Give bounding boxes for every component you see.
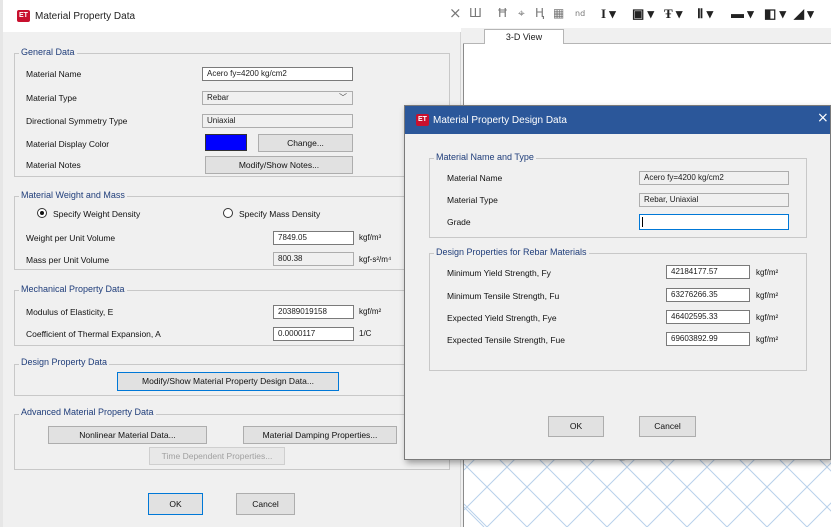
- weight-mass-title: Material Weight and Mass: [19, 190, 127, 200]
- material-type-label: Material Type: [26, 93, 77, 103]
- expected-tensile-strength-input[interactable]: 69603892.99: [666, 332, 750, 346]
- material-type-value: Rebar: [207, 93, 229, 102]
- time-dependent-button[interactable]: Time Dependent Properties...: [149, 447, 285, 465]
- modify-notes-button[interactable]: Modify/Show Notes...: [205, 156, 353, 174]
- symmetry-type-field: Uniaxial: [202, 114, 353, 128]
- min-yield-strength-input[interactable]: 42184177.57: [666, 265, 750, 279]
- rebar-design-title: Design Properties for Rebar Materials: [434, 247, 589, 257]
- weight-per-volume-label: Weight per Unit Volume: [26, 233, 116, 243]
- design-cancel-button[interactable]: Cancel: [639, 416, 696, 437]
- modify-design-data-button[interactable]: Modify/Show Material Property Design Dat…: [117, 372, 339, 391]
- toolbar-icon-3[interactable]: ⌖: [518, 6, 525, 24]
- mass-density-radio[interactable]: [223, 208, 233, 218]
- weight-unit: kgf/m³: [359, 233, 382, 242]
- nonlinear-data-button[interactable]: Nonlinear Material Data...: [48, 426, 207, 444]
- design-property-title: Design Property Data: [19, 357, 110, 367]
- text-cursor: [642, 217, 643, 227]
- weight-density-label[interactable]: Specify Weight Density: [53, 209, 140, 219]
- dialog-title-bar[interactable]: ET Material Property Data: [3, 0, 461, 32]
- weight-per-volume-input[interactable]: 7849.05: [273, 231, 354, 245]
- thermal-expansion-label: Coefficient of Thermal Expansion, A: [26, 329, 161, 339]
- change-color-button[interactable]: Change...: [258, 134, 353, 152]
- rebar-row-unit: kgf/m²: [756, 291, 779, 300]
- design-material-name-label: Material Name: [447, 173, 503, 183]
- toolbar-dropdown-7[interactable]: ◢ ▾: [794, 6, 814, 24]
- symmetry-type-label: Directional Symmetry Type: [26, 116, 128, 126]
- rebar-row-unit: kgf/m²: [756, 335, 779, 344]
- min-tensile-strength-input[interactable]: 63276266.35: [666, 288, 750, 302]
- material-notes-label: Material Notes: [26, 160, 81, 170]
- etabs-app-icon: ET: [416, 114, 429, 126]
- damping-properties-button[interactable]: Material Damping Properties...: [243, 426, 397, 444]
- tab-3d-view[interactable]: 3-D View: [484, 29, 564, 44]
- design-ok-button[interactable]: OK: [548, 416, 604, 437]
- design-data-dialog: ET Material Property Design Data × Mater…: [404, 105, 831, 460]
- rebar-row-label: Minimum Yield Strength, Fy: [447, 268, 551, 278]
- mechanical-title: Mechanical Property Data: [19, 284, 127, 294]
- close-icon[interactable]: ×: [817, 110, 829, 126]
- modulus-unit: kgf/m²: [359, 307, 382, 316]
- expected-yield-strength-input[interactable]: 46402595.33: [666, 310, 750, 324]
- toolbar-dropdown-3[interactable]: Ŧ ▾: [664, 6, 682, 24]
- modulus-input[interactable]: 20389019158: [273, 305, 354, 319]
- thermal-unit: 1/C: [359, 329, 372, 338]
- general-data-title: General Data: [19, 47, 77, 57]
- display-color-label: Material Display Color: [26, 139, 110, 149]
- grade-input[interactable]: [639, 214, 789, 230]
- chevron-down-icon: ﹀: [339, 93, 347, 102]
- rebar-row-label: Minimum Tensile Strength, Fu: [447, 291, 560, 301]
- etabs-app-icon: ET: [17, 10, 30, 22]
- mass-density-label[interactable]: Specify Mass Density: [239, 209, 320, 219]
- material-type-select[interactable]: Rebar ﹀: [202, 91, 353, 105]
- mass-unit: kgf-s²/m⁴: [359, 255, 392, 264]
- toolbar-dropdown-5[interactable]: ▬ ▾: [731, 6, 754, 24]
- design-material-type-field: Rebar, Uniaxial: [639, 193, 789, 207]
- material-name-label: Material Name: [26, 69, 82, 79]
- material-property-dialog: ET Material Property Data General Data M…: [3, 0, 461, 527]
- mass-per-volume-label: Mass per Unit Volume: [26, 255, 110, 265]
- radio-selected-dot: [40, 211, 44, 215]
- toolbar-icon-2[interactable]: Ħ: [497, 6, 508, 24]
- mass-per-volume-field: 800.38: [273, 252, 354, 266]
- name-type-title: Material Name and Type: [434, 152, 536, 162]
- display-color-swatch: [205, 134, 247, 151]
- design-material-name-field: Acero fy=4200 kg/cm2: [639, 171, 789, 185]
- toolbar-dropdown-2[interactable]: ▣ ▾: [632, 6, 654, 24]
- thermal-expansion-input[interactable]: 0.0000117: [273, 327, 354, 341]
- advanced-title: Advanced Material Property Data: [19, 407, 156, 417]
- toolbar-icon-6[interactable]: nd: [575, 9, 585, 27]
- toolbar-icon-5[interactable]: ▦: [553, 6, 564, 24]
- close-icon[interactable]: ×: [449, 4, 462, 22]
- toolbar-dropdown-4[interactable]: Ⅱ ▾: [697, 6, 713, 24]
- design-material-type-label: Material Type: [447, 195, 498, 205]
- rebar-row-label: Expected Yield Strength, Fye: [447, 313, 557, 323]
- modulus-label: Modulus of Elasticity, E: [26, 307, 114, 317]
- weight-density-radio[interactable]: [37, 208, 47, 218]
- grade-label: Grade: [447, 217, 471, 227]
- material-name-input[interactable]: Acero fy=4200 kg/cm2: [202, 67, 353, 81]
- ok-button[interactable]: OK: [148, 493, 203, 515]
- toolbar-icon-1[interactable]: Ш: [469, 6, 482, 24]
- rebar-row-label: Expected Tensile Strength, Fue: [447, 335, 565, 345]
- toolbar-dropdown-6[interactable]: ◧ ▾: [764, 6, 786, 24]
- toolbar-dropdown-1[interactable]: I ▾: [601, 6, 616, 24]
- cancel-button[interactable]: Cancel: [236, 493, 295, 515]
- rebar-row-unit: kgf/m²: [756, 313, 779, 322]
- rebar-row-unit: kgf/m²: [756, 268, 779, 277]
- dialog-title: Material Property Data: [35, 11, 136, 22]
- design-dialog-title: Material Property Design Data: [433, 115, 567, 126]
- toolbar-icon-4[interactable]: Ⱨ: [535, 6, 544, 24]
- design-dialog-title-bar[interactable]: ET Material Property Design Data ×: [405, 106, 830, 134]
